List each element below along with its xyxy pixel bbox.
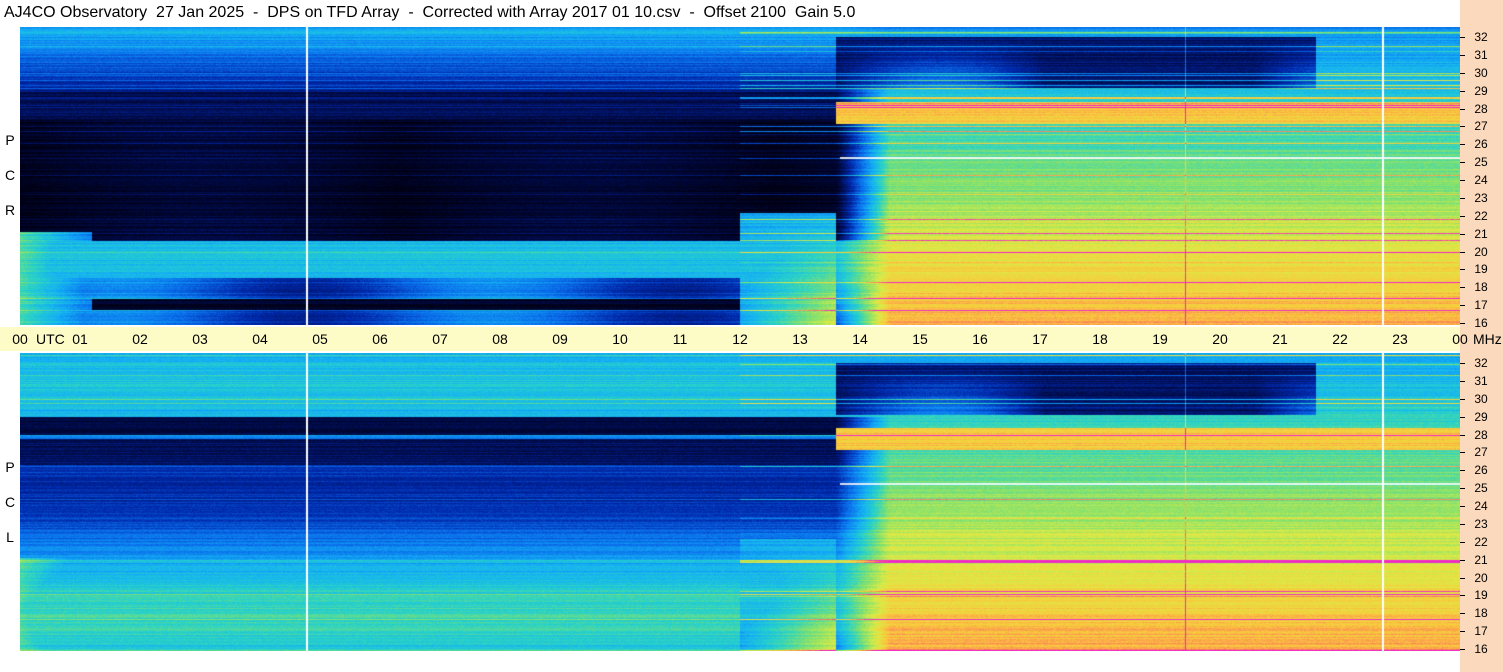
mhz-axis-unit: MHz (1473, 331, 1502, 347)
utc-tick-label: 00 (1452, 331, 1468, 347)
mhz-tick-label: 18 (1460, 281, 1503, 293)
mhz-tick-label: 21 (1460, 228, 1503, 240)
mhz-tick-label: 16 (1460, 643, 1503, 655)
utc-tick-label: 01 (72, 331, 88, 347)
mhz-tick-label: 30 (1460, 393, 1503, 405)
mhz-tick-label: 23 (1460, 518, 1503, 530)
utc-tick-label: 00 (12, 331, 28, 347)
lcp-label-l: L (6, 529, 14, 545)
mhz-tick-label: 18 (1460, 607, 1503, 619)
utc-tick-label: 06 (372, 331, 388, 347)
mhz-axis-lcp: 32 31 30 29 28 27 26 25 24 23 22 21 20 19 18 17 16 (1460, 353, 1503, 655)
rcp-label-c: C (4, 167, 16, 183)
utc-tick-label: 21 (1272, 331, 1288, 347)
utc-axis-unit: UTC (36, 331, 65, 347)
mhz-tick-label: 31 (1460, 375, 1503, 387)
utc-tick-label: 18 (1092, 331, 1108, 347)
mhz-tick-label: 17 (1460, 299, 1503, 311)
mhz-tick-label: 32 (1460, 31, 1503, 43)
spectrogram-rcp-canvas (20, 27, 1460, 325)
utc-tick-label: 22 (1332, 331, 1348, 347)
mhz-tick-label: 27 (1460, 120, 1503, 132)
utc-tick-label: 10 (612, 331, 628, 347)
mhz-tick-label: 22 (1460, 210, 1503, 222)
utc-tick-label: 04 (252, 331, 268, 347)
utc-tick-label: 20 (1212, 331, 1228, 347)
utc-tick-label: 12 (732, 331, 748, 347)
mhz-axis-rcp: 32 31 30 29 28 27 26 25 24 23 22 21 20 19 18 17 16 (1460, 27, 1503, 329)
mhz-tick-label: 16 (1460, 317, 1503, 329)
chart-title: AJ4CO Observatory 27 Jan 2025 - DPS on T… (4, 4, 856, 21)
mhz-tick-label: 26 (1460, 138, 1503, 150)
utc-tick-label: 15 (912, 331, 928, 347)
utc-tick-label: 11 (672, 331, 688, 347)
mhz-tick-label: 17 (1460, 625, 1503, 637)
mhz-tick-label: 32 (1460, 357, 1503, 369)
utc-tick-label: 09 (552, 331, 568, 347)
rcp-label-r: R (4, 202, 16, 218)
utc-tick-label: 05 (312, 331, 328, 347)
utc-tick-label: 19 (1152, 331, 1168, 347)
mhz-tick-label: 29 (1460, 411, 1503, 423)
mhz-tick-label: 26 (1460, 464, 1503, 476)
mhz-tick-label: 29 (1460, 85, 1503, 97)
utc-tick-label: 07 (432, 331, 448, 347)
utc-tick-label: 08 (492, 331, 508, 347)
mhz-tick-label: 20 (1460, 246, 1503, 258)
utc-tick-label: 02 (132, 331, 148, 347)
mhz-tick-label: 28 (1460, 429, 1503, 441)
utc-tick-label: 13 (792, 331, 808, 347)
spectrogram-lcp-canvas (20, 353, 1460, 651)
utc-tick-label: 14 (852, 331, 868, 347)
lcp-label-p: P (5, 459, 15, 475)
mhz-tick-label: 19 (1460, 263, 1503, 275)
rcp-label-p: P (5, 132, 15, 148)
spectrogram-lcp (20, 353, 1460, 651)
mhz-tick-label: 28 (1460, 103, 1503, 115)
mhz-tick-label: 24 (1460, 500, 1503, 512)
mhz-tick-label: 23 (1460, 192, 1503, 204)
mhz-tick-label: 22 (1460, 536, 1503, 548)
utc-axis-band (0, 327, 1460, 351)
spectrogram-rcp (20, 27, 1460, 325)
mhz-tick-label: 19 (1460, 589, 1503, 601)
utc-tick-label: 17 (1032, 331, 1048, 347)
mhz-tick-label: 30 (1460, 67, 1503, 79)
mhz-tick-label: 20 (1460, 572, 1503, 584)
utc-tick-label: 16 (972, 331, 988, 347)
lcp-label-c: C (4, 494, 16, 510)
mhz-tick-label: 24 (1460, 174, 1503, 186)
mhz-tick-label: 25 (1460, 482, 1503, 494)
mhz-tick-label: 31 (1460, 49, 1503, 61)
mhz-tick-label: 25 (1460, 156, 1503, 168)
mhz-tick-label: 27 (1460, 446, 1503, 458)
utc-tick-label: 03 (192, 331, 208, 347)
utc-tick-label: 23 (1392, 331, 1408, 347)
mhz-tick-label: 21 (1460, 554, 1503, 566)
